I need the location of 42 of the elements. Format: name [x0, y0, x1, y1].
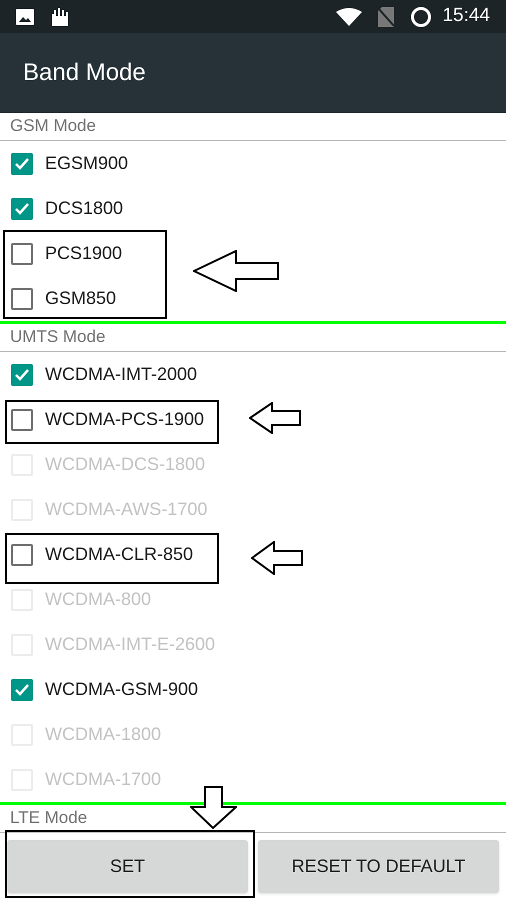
- checkbox[interactable]: [11, 198, 33, 220]
- section-header: GSM Mode: [10, 114, 96, 136]
- band-label: WCDMA-1700: [45, 768, 162, 791]
- band-label: WCDMA-DCS-1800: [45, 453, 206, 476]
- set-button[interactable]: SET: [7, 840, 248, 893]
- reset-button[interactable]: RESET TO DEFAULT: [258, 840, 499, 893]
- band-label: WCDMA-GSM-900: [45, 678, 198, 701]
- band-label: DCS1800: [45, 197, 124, 220]
- band-label: WCDMA-800: [45, 588, 152, 611]
- checkbox[interactable]: [11, 152, 33, 174]
- checkbox[interactable]: [11, 408, 33, 430]
- checkmark-icon: [14, 682, 30, 698]
- band-label: WCDMA-IMT-E-2600: [45, 633, 216, 656]
- band-label: WCDMA-CLR-850: [45, 543, 194, 566]
- app-title: Band Mode: [23, 58, 146, 88]
- band-label: WCDMA-AWS-1700: [45, 498, 208, 521]
- left-arrow-icon: [193, 250, 279, 292]
- band-label: WCDMA-PCS-1900: [45, 408, 204, 431]
- band-label: PCS1900: [45, 242, 122, 265]
- band-label: GSM850: [45, 287, 116, 310]
- band-label: EGSM900: [45, 152, 128, 175]
- left-arrow-icon: [249, 402, 301, 434]
- section-header: LTE Mode: [10, 806, 88, 828]
- checkbox[interactable]: [11, 544, 33, 566]
- left-arrow-icon: [251, 541, 303, 575]
- progress-ring-icon: [410, 6, 432, 28]
- clock-time: 15:44: [442, 4, 490, 28]
- section-header: UMTS Mode: [10, 326, 106, 348]
- no-sim-icon: [378, 6, 394, 26]
- checkmark-icon: [14, 156, 30, 172]
- hand-icon: [50, 8, 70, 26]
- checkbox[interactable]: [11, 678, 33, 700]
- checkmark-icon: [14, 200, 30, 216]
- checkmark-icon: [14, 366, 30, 382]
- band-label: WCDMA-1800: [45, 723, 162, 746]
- checkbox[interactable]: [11, 242, 33, 264]
- band-label: WCDMA-IMT-2000: [45, 363, 198, 386]
- down-arrow-icon: [190, 786, 237, 829]
- checkbox[interactable]: [11, 364, 33, 386]
- checkbox[interactable]: [11, 288, 33, 310]
- wifi-icon: [336, 8, 362, 26]
- image-icon: [16, 8, 34, 24]
